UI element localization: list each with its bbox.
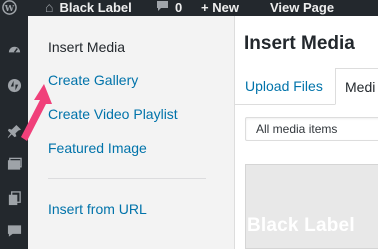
pin-icon[interactable] bbox=[6, 124, 22, 139]
menu-item-create-video-playlist[interactable]: Create Video Playlist bbox=[48, 106, 178, 122]
menu-title-insert-media[interactable]: Insert Media bbox=[48, 39, 125, 55]
admin-menu bbox=[0, 16, 28, 249]
jetpack-icon[interactable] bbox=[6, 78, 22, 93]
attachment-thumbnail[interactable]: Black Label bbox=[245, 164, 378, 249]
comments-link[interactable]: 0 bbox=[156, 0, 182, 16]
site-name: Black Label bbox=[59, 0, 132, 15]
menu-separator bbox=[48, 178, 206, 179]
menu-item-insert-from-url[interactable]: Insert from URL bbox=[48, 201, 147, 217]
menu-item-create-gallery[interactable]: Create Gallery bbox=[48, 72, 138, 88]
media-filter-select[interactable]: All media items bbox=[245, 117, 378, 141]
pages-icon[interactable] bbox=[6, 191, 22, 206]
view-page-link[interactable]: View Page bbox=[270, 0, 334, 16]
home-icon: ⌂ bbox=[45, 0, 54, 15]
media-modal-frame: Insert Media Upload Files Medi All media… bbox=[234, 16, 378, 249]
media-modal-menu: Insert Media Create Gallery Create Video… bbox=[28, 16, 234, 249]
svg-text:W: W bbox=[4, 2, 15, 12]
dashboard-icon[interactable] bbox=[6, 42, 22, 56]
comments-count: 0 bbox=[175, 0, 183, 15]
menu-item-featured-image[interactable]: Featured Image bbox=[48, 140, 147, 156]
router-tabs: Upload Files Medi bbox=[235, 68, 378, 105]
comment-icon bbox=[156, 0, 169, 15]
frame-title: Insert Media bbox=[244, 33, 355, 54]
screen: W ⌂ Black Label 0 + New View Page Insert… bbox=[0, 0, 378, 249]
media-icon[interactable] bbox=[6, 157, 22, 171]
admin-bar: W ⌂ Black Label 0 + New View Page bbox=[0, 0, 378, 16]
new-content-link[interactable]: + New bbox=[201, 0, 239, 16]
tab-upload-files[interactable]: Upload Files bbox=[245, 68, 323, 104]
thumbnail-text: Black Label bbox=[247, 215, 355, 236]
tab-media-library[interactable]: Medi bbox=[335, 68, 378, 105]
comments-icon[interactable] bbox=[6, 224, 22, 238]
site-name-link[interactable]: ⌂ Black Label bbox=[45, 0, 132, 16]
wordpress-icon[interactable]: W bbox=[2, 0, 17, 16]
